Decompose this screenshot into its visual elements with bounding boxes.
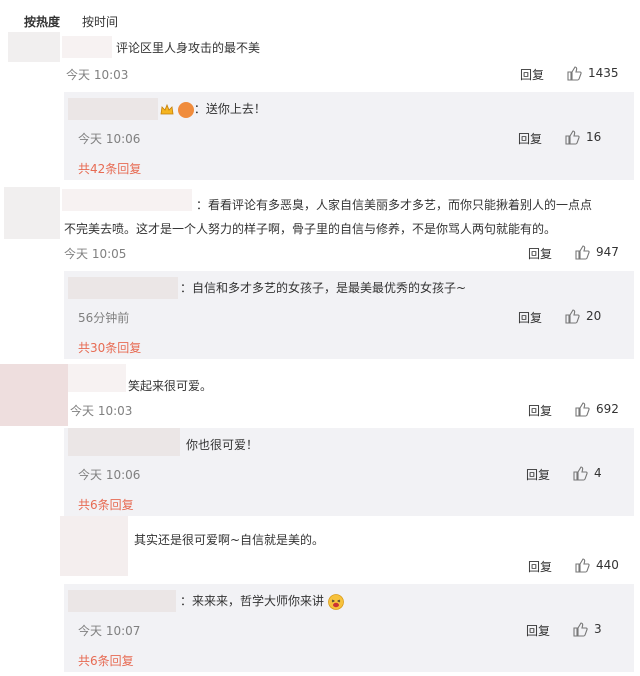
reply-button[interactable]: 回复 xyxy=(526,622,550,639)
like-count: 692 xyxy=(596,402,619,416)
reply-text-line: ：送你上去！ xyxy=(160,100,266,118)
cheer-emoji-icon xyxy=(177,101,194,118)
reply-username-mask[interactable] xyxy=(68,277,178,299)
reply-button[interactable]: 回复 xyxy=(518,309,542,326)
reply-time: 今天 10:07 xyxy=(78,624,141,638)
thumbs-up-icon xyxy=(575,245,590,260)
reply-button[interactable]: 回复 xyxy=(528,245,552,262)
laughing-emoji-icon xyxy=(327,593,344,610)
like-count: 4 xyxy=(594,466,602,480)
thumbs-up-icon xyxy=(565,130,580,145)
reply-button[interactable]: 回复 xyxy=(528,558,552,575)
username-mask[interactable] xyxy=(62,36,112,58)
like-count: 1435 xyxy=(588,66,619,80)
reply-time: 今天 10:06 xyxy=(78,132,141,146)
comment-item: 其实还是很可爱啊~自信就是美的。 回复 440 ：来来来，哲学大师你来讲 今天 … xyxy=(0,516,640,676)
avatar[interactable] xyxy=(4,187,60,239)
reply-time: 56分钟前 xyxy=(78,311,130,325)
reply-username-mask[interactable] xyxy=(68,428,180,456)
like-button[interactable]: 3 xyxy=(572,621,602,637)
comment-text: 评论区里人身攻击的最不美 xyxy=(116,41,261,55)
like-button[interactable]: 16 xyxy=(564,129,601,145)
thumbs-up-icon xyxy=(573,466,588,481)
view-more-replies-link[interactable]: 共42条回复 xyxy=(78,160,141,177)
sub-reply-box: 你也很可爱！ 今天 10:06 回复 4 共6条回复 xyxy=(64,428,634,516)
view-more-replies-link[interactable]: 共30条回复 xyxy=(78,339,141,356)
reply-button[interactable]: 回复 xyxy=(528,402,552,419)
sort-by-hot-tab[interactable]: 按热度 xyxy=(24,13,60,30)
view-more-replies-link[interactable]: 共6条回复 xyxy=(78,652,134,669)
sub-reply-box: ：送你上去！ 今天 10:06 回复 16 共42条回复 xyxy=(64,92,634,180)
comment-time: 今天 10:05 xyxy=(64,247,127,261)
reply-text: ：送你上去！ xyxy=(193,102,266,116)
like-count: 20 xyxy=(586,309,602,323)
like-button[interactable]: 4 xyxy=(572,465,602,481)
comment-item: ：看看评论有多恶臭，人家自信美丽多才多艺，而你只能揪着别人的一点点 不完美去喷。… xyxy=(0,185,640,360)
like-button[interactable]: 947 xyxy=(574,244,619,260)
reply-text: ：来来来，哲学大师你来讲 xyxy=(180,594,325,608)
comment-text: 笑起来很可爱。 xyxy=(128,379,213,393)
like-button[interactable]: 20 xyxy=(564,308,601,324)
like-count: 16 xyxy=(586,130,602,144)
thumbs-up-icon xyxy=(565,309,580,324)
like-count: 947 xyxy=(596,245,619,259)
avatar[interactable] xyxy=(60,516,128,576)
reply-button[interactable]: 回复 xyxy=(518,130,542,147)
sub-reply-box: ：自信和多才多艺的女孩子，是最美最优秀的女孩子~ 56分钟前 回复 20 共30… xyxy=(64,271,634,359)
comment-time: 今天 10:03 xyxy=(70,404,133,418)
like-button[interactable]: 692 xyxy=(574,401,619,417)
like-button[interactable]: 440 xyxy=(574,557,619,573)
like-count: 440 xyxy=(596,558,619,572)
comment-text-line2: 不完美去喷。这才是一个人努力的样子啊，骨子里的自信与修养，不是你骂人两句就能有的… xyxy=(64,222,557,236)
thumbs-up-icon xyxy=(575,402,590,417)
reply-button[interactable]: 回复 xyxy=(520,66,544,83)
reply-text: 你也很可爱！ xyxy=(186,438,259,452)
like-count: 3 xyxy=(594,622,602,636)
reply-button[interactable]: 回复 xyxy=(526,466,550,483)
crown-emoji-icon xyxy=(160,103,174,117)
reply-text: ：自信和多才多艺的女孩子，是最美最优秀的女孩子~ xyxy=(180,281,467,295)
thumbs-up-icon xyxy=(567,66,582,81)
comment-text-line1: ：看看评论有多恶臭，人家自信美丽多才多艺，而你只能揪着别人的一点点 xyxy=(196,198,593,212)
reply-text-line: ：来来来，哲学大师你来讲 xyxy=(180,592,344,610)
avatar[interactable] xyxy=(0,364,68,426)
comment-time: 今天 10:03 xyxy=(66,68,129,82)
comment-item: 笑起来很可爱。 今天 10:03 回复 692 你也很可爱！ 今天 10:06 … xyxy=(0,362,640,516)
avatar[interactable] xyxy=(8,32,60,62)
reply-username-mask[interactable] xyxy=(68,590,176,612)
sort-by-time-tab[interactable]: 按时间 xyxy=(82,13,118,30)
thumbs-up-icon xyxy=(575,558,590,573)
thumbs-up-icon xyxy=(573,622,588,637)
view-more-replies-link[interactable]: 共6条回复 xyxy=(78,496,134,513)
comment-text: 其实还是很可爱啊~自信就是美的。 xyxy=(134,533,325,547)
reply-time: 今天 10:06 xyxy=(78,468,141,482)
username-mask[interactable] xyxy=(68,364,126,392)
username-mask[interactable] xyxy=(62,189,192,211)
reply-username-mask[interactable] xyxy=(68,98,158,120)
like-button[interactable]: 1435 xyxy=(566,65,619,81)
comment-item: 评论区里人身攻击的最不美 今天 10:03 回复 1435 ：送你上去！ 今天 … xyxy=(0,30,640,180)
sub-reply-box: ：来来来，哲学大师你来讲 今天 10:07 回复 3 共6条回复 xyxy=(64,584,634,672)
